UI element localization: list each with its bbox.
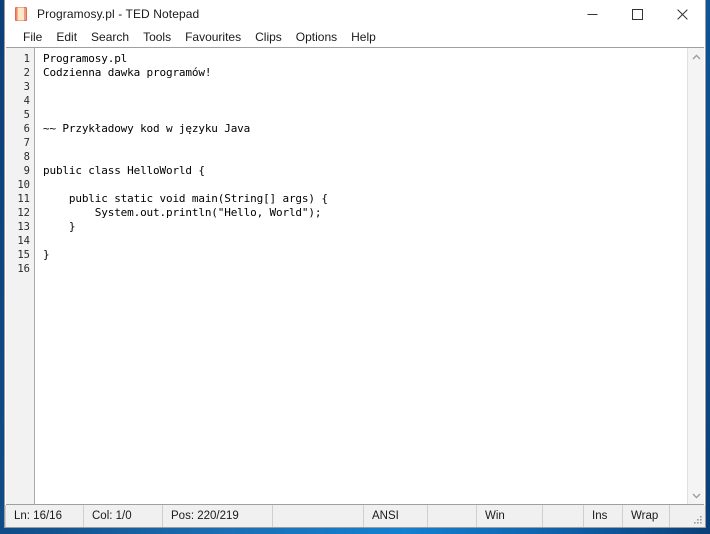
scroll-up-button[interactable] <box>688 48 704 65</box>
menu-item-tools[interactable]: Tools <box>136 28 178 47</box>
minimize-button[interactable] <box>570 0 615 28</box>
empty-cell-1[interactable] <box>273 505 364 527</box>
encoding-indicator[interactable]: ANSI <box>364 505 428 527</box>
chevron-up-icon <box>692 53 700 59</box>
status-bar: Ln: 16/16 Col: 1/0 Pos: 220/219 ANSI Win Ins W… <box>5 505 705 527</box>
code-line: Codzienna dawka programów! <box>43 66 212 79</box>
line-number: 11 <box>17 193 30 205</box>
line-indicator[interactable]: Ln: 16/16 <box>5 505 84 527</box>
maximize-button[interactable] <box>615 0 660 28</box>
menu-item-file[interactable]: File <box>16 28 49 47</box>
application-window: Programosy.pl - TED Notepad File Edit Se… <box>4 0 706 528</box>
line-number: 4 <box>23 95 30 107</box>
line-number: 5 <box>23 109 30 121</box>
close-icon <box>677 8 688 20</box>
line-number: 7 <box>23 137 30 149</box>
position-indicator[interactable]: Pos: 220/219 <box>163 505 273 527</box>
line-number: 1 <box>23 53 30 65</box>
line-number: 10 <box>17 179 30 191</box>
line-number: 12 <box>17 207 30 219</box>
line-ending-indicator[interactable]: Win <box>477 505 543 527</box>
code-line: } <box>43 220 76 233</box>
code-line: public static void main(String[] args) { <box>43 192 328 205</box>
maximize-icon <box>632 8 643 20</box>
line-number: 13 <box>17 221 30 233</box>
menu-item-help[interactable]: Help <box>344 28 383 47</box>
notepad-document-icon <box>13 6 29 22</box>
menu-bar: File Edit Search Tools Favourites Clips … <box>5 28 705 47</box>
insert-mode-indicator[interactable]: Ins <box>584 505 623 527</box>
line-number: 9 <box>23 165 30 177</box>
resize-grip-icon[interactable] <box>691 513 703 525</box>
editor-area: 1 2 3 4 5 6 7 8 9 10 11 12 13 14 15 16 Programosy.pl Cod… <box>6 47 704 505</box>
empty-cell-3[interactable] <box>543 505 584 527</box>
title-bar: Programosy.pl - TED Notepad <box>5 0 705 28</box>
menu-item-favourites[interactable]: Favourites <box>178 28 248 47</box>
minimize-icon <box>587 13 598 15</box>
chevron-down-icon <box>692 493 700 499</box>
code-line: ~~ Przykładowy kod w języku Java <box>43 122 251 135</box>
menu-item-options[interactable]: Options <box>289 28 344 47</box>
code-line: public class HelloWorld { <box>43 164 205 177</box>
line-number: 14 <box>17 235 30 247</box>
scroll-down-button[interactable] <box>688 487 704 504</box>
menu-item-clips[interactable]: Clips <box>248 28 289 47</box>
line-number: 6 <box>23 123 30 135</box>
close-button[interactable] <box>660 0 705 28</box>
window-controls <box>570 0 705 28</box>
column-indicator[interactable]: Col: 1/0 <box>84 505 163 527</box>
menu-item-edit[interactable]: Edit <box>49 28 84 47</box>
line-number: 15 <box>17 249 30 261</box>
code-line: System.out.println("Hello, World"); <box>43 206 322 219</box>
window-title: Programosy.pl - TED Notepad <box>37 7 200 21</box>
code-line: } <box>43 248 50 261</box>
text-editor[interactable]: Programosy.pl Codzienna dawka programów! … <box>35 48 704 504</box>
line-number: 8 <box>23 151 30 163</box>
line-number: 3 <box>23 81 30 93</box>
line-number-gutter: 1 2 3 4 5 6 7 8 9 10 11 12 13 14 15 16 <box>6 48 35 504</box>
code-line: Programosy.pl <box>43 52 128 65</box>
empty-cell-2[interactable] <box>428 505 477 527</box>
wrap-mode-indicator[interactable]: Wrap <box>623 505 670 527</box>
vertical-scrollbar[interactable] <box>687 48 704 504</box>
line-number: 2 <box>23 67 30 79</box>
line-number: 16 <box>17 263 30 275</box>
menu-item-search[interactable]: Search <box>84 28 136 47</box>
